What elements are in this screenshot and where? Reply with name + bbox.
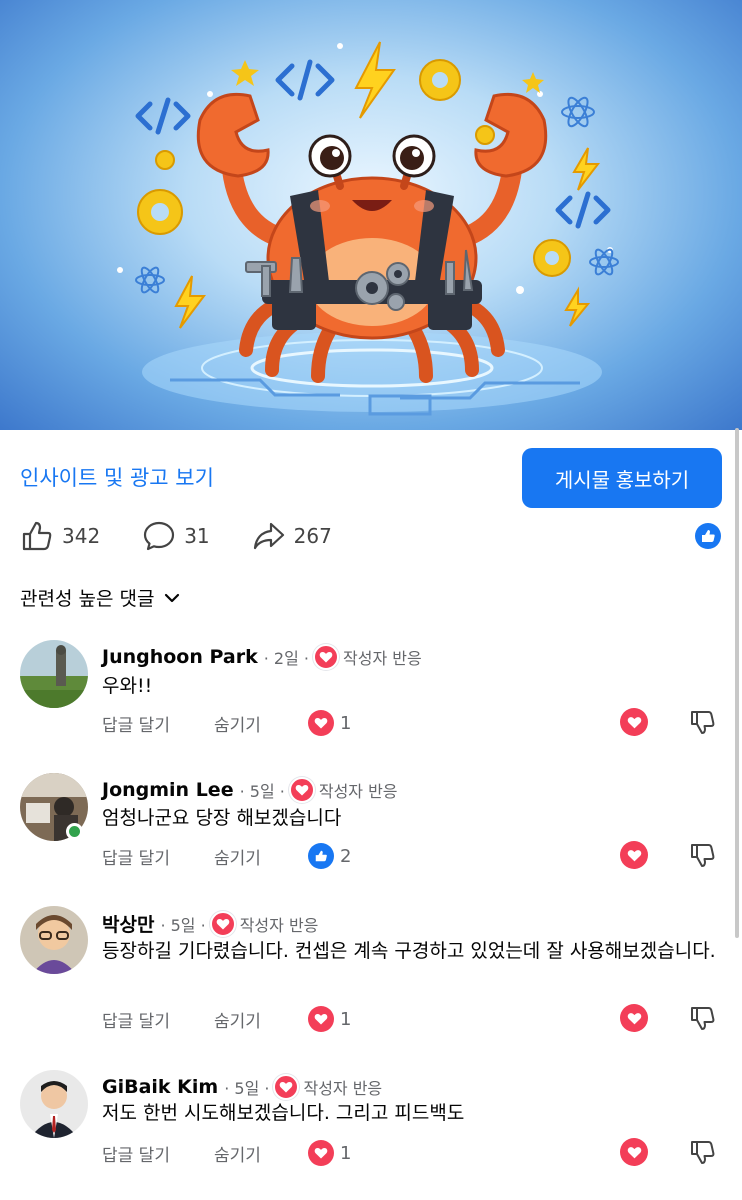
insights-and-ads-link[interactable]: 인사이트 및 광고 보기 — [20, 462, 214, 492]
comment-actions: 답글 달기 숨기기 1 — [102, 710, 351, 736]
sort-label: 관련성 높은 댓글 — [20, 588, 155, 610]
comment-bubble-icon — [144, 521, 175, 551]
thumbs-down-icon[interactable] — [688, 708, 716, 736]
comment-text: 우와!! — [102, 675, 153, 697]
reaction-count: 1 — [340, 712, 352, 734]
comment-header: Junghoon Park · 2일 · 작성자 반응 — [102, 644, 422, 670]
thumbs-up-icon — [22, 521, 52, 551]
reaction-summary[interactable]: 1 — [308, 1006, 351, 1032]
comment-author[interactable]: GiBaik Kim — [102, 1076, 218, 1098]
share-stat[interactable]: 267 — [252, 519, 332, 553]
author-reacted-label: 작성자 반응 — [239, 915, 319, 935]
like-stat[interactable]: 342 — [20, 519, 100, 553]
comment-count: 31 — [184, 524, 210, 548]
chevron-down-icon — [165, 593, 180, 602]
share-arrow-icon — [253, 522, 284, 550]
heart-icon — [308, 1140, 334, 1166]
thumbs-up-icon — [702, 530, 715, 542]
avatar[interactable] — [20, 906, 88, 974]
hide-button[interactable]: 숨기기 — [214, 844, 308, 869]
love-react-button[interactable] — [620, 1004, 648, 1032]
love-react-button[interactable] — [620, 708, 648, 736]
like-count: 342 — [62, 524, 101, 548]
comment-sort-dropdown[interactable]: 관련성 높은 댓글 — [20, 584, 180, 611]
comment-author[interactable]: 박상만 — [102, 910, 154, 937]
thumbs-up-icon — [308, 843, 334, 869]
avatar[interactable] — [20, 1070, 88, 1138]
comment-author[interactable]: Junghoon Park — [102, 646, 258, 668]
avatar[interactable] — [20, 640, 88, 708]
author-reacted-label: 작성자 반응 — [318, 782, 398, 801]
reply-button[interactable]: 답글 달기 — [102, 1141, 214, 1166]
comment-header: GiBaik Kim · 5일 · 작성자 반응 — [102, 1074, 382, 1100]
engagement-stats: 342 31 267 — [20, 518, 374, 554]
comment-text: 엄청나군요 당장 해보겠습니다 — [102, 807, 342, 829]
hide-button[interactable]: 숨기기 — [214, 1007, 308, 1032]
reply-button[interactable]: 답글 달기 — [102, 711, 214, 736]
reaction-summary[interactable]: 1 — [308, 710, 351, 736]
thumbs-down-icon[interactable] — [688, 841, 716, 869]
post-image[interactable] — [0, 0, 742, 430]
love-react-button[interactable] — [620, 1138, 648, 1166]
online-status-dot — [66, 823, 83, 840]
reaction-count: 2 — [340, 845, 352, 867]
reaction-summary[interactable]: 1 — [308, 1140, 351, 1166]
comment-text: 저도 한번 시도해보겠습니다. 그리고 피드백도 — [102, 1102, 465, 1124]
hide-button[interactable]: 숨기기 — [214, 1141, 308, 1166]
like-reaction-badge[interactable] — [695, 523, 721, 549]
comment-header: Jongmin Lee · 5일 · 작성자 반응 — [102, 777, 398, 803]
comment-time[interactable]: · 5일 · — [160, 912, 205, 936]
heart-icon — [308, 710, 334, 736]
reply-button[interactable]: 답글 달기 — [102, 844, 214, 869]
comment-actions: 답글 달기 숨기기 1 — [102, 1006, 351, 1032]
crab-illustration — [117, 41, 619, 416]
comment-time[interactable]: · 5일 · — [240, 778, 285, 802]
author-heart-icon — [313, 644, 339, 670]
share-count: 267 — [293, 524, 332, 548]
comment-text: 등장하길 기다렸습니다. 컨셉은 계속 구경하고 있었는데 잘 사용해보겠습니다… — [102, 940, 716, 962]
scrollbar[interactable] — [735, 428, 739, 938]
author-reacted-label: 작성자 반응 — [343, 649, 422, 668]
comment-stat[interactable]: 31 — [142, 519, 210, 553]
thumbs-down-icon[interactable] — [688, 1004, 716, 1032]
heart-icon — [308, 1006, 334, 1032]
reaction-count: 1 — [340, 1142, 352, 1164]
love-react-button[interactable] — [620, 841, 648, 869]
author-heart-icon — [209, 910, 236, 937]
comment-time[interactable]: · 5일 · — [224, 1075, 269, 1099]
promote-post-button[interactable]: 게시물 홍보하기 — [522, 448, 722, 508]
author-heart-icon — [273, 1074, 300, 1100]
reaction-count: 1 — [340, 1008, 352, 1030]
author-reacted-label: 작성자 반응 — [303, 1079, 383, 1098]
comment-actions: 답글 달기 숨기기 1 — [102, 1140, 351, 1166]
reaction-summary[interactable]: 2 — [308, 843, 351, 869]
comment-time[interactable]: · 2일 · — [264, 645, 309, 669]
comment-actions: 답글 달기 숨기기 2 — [102, 843, 351, 869]
comment-header: 박상만 · 5일 · 작성자 반응 — [102, 910, 318, 937]
comment-author[interactable]: Jongmin Lee — [102, 779, 234, 801]
hide-button[interactable]: 숨기기 — [214, 711, 308, 736]
thumbs-down-icon[interactable] — [688, 1138, 716, 1166]
author-heart-icon — [288, 777, 315, 803]
reply-button[interactable]: 답글 달기 — [102, 1007, 214, 1032]
